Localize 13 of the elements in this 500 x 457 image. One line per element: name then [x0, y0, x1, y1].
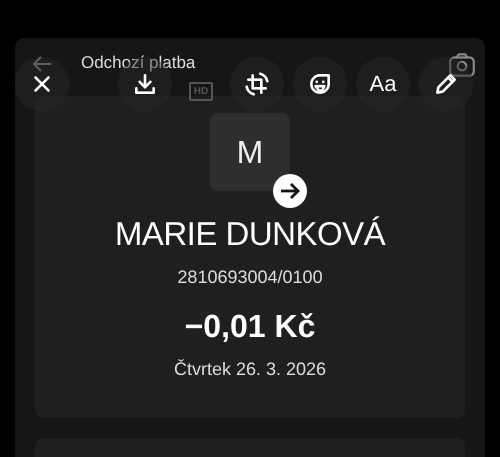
arrow-right-icon [272, 173, 308, 209]
avatar: M [210, 113, 290, 191]
recipient-name: MARIE DUNKOVÁ [114, 215, 386, 253]
sticker-icon [307, 71, 333, 97]
camera-icon[interactable] [447, 50, 477, 80]
text-tool-button[interactable]: Aa [356, 57, 410, 111]
screen-title: Odchozí platba [81, 54, 196, 72]
pencil-icon [433, 71, 459, 97]
download-icon [132, 71, 158, 97]
payment-date: Čtvrtek 26. 3. 2026 [174, 359, 326, 380]
payment-amount: −0,01 Kč [184, 308, 316, 345]
account-number: 2810693004/0100 [177, 267, 323, 288]
crop-rotate-icon [244, 71, 270, 97]
